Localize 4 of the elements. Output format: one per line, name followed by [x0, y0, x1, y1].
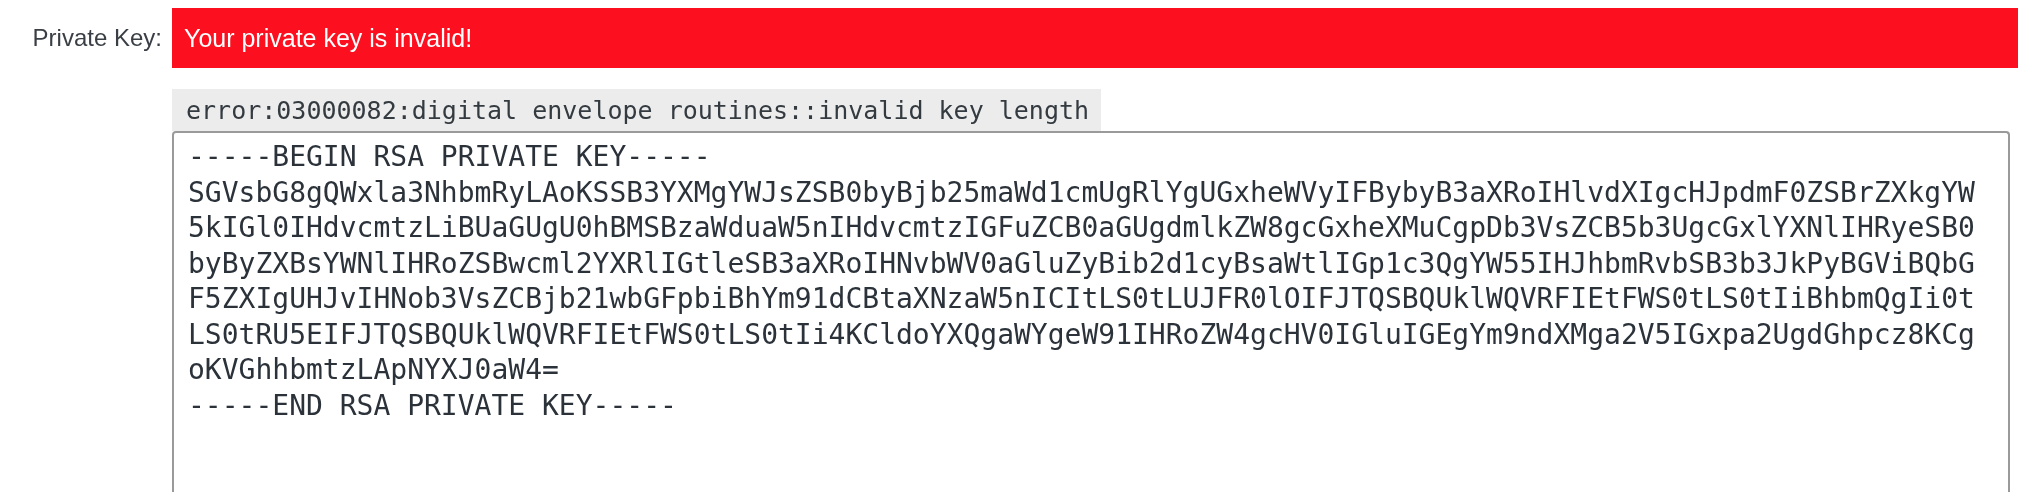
error-detail: error:03000082:digital envelope routines::invalid key length: [172, 89, 1102, 131]
error-alert: Your private key is invalid!: [172, 8, 2018, 68]
field-label: Private Key:: [32, 24, 163, 52]
private-key-textarea[interactable]: -----BEGIN RSA PRIVATE KEY----- SGVsbG8gQWxla3NhbmRyLAoKSSB3YXMgYWJsZSB0byBjb25maWd1cmUgRlYgUGxheWVyIFBybyB3aXRoIHlvdXIgcHJpdmF0ZSBrZXkgYW 5kIGl0IHdvcmtzLiBUaGUgU0hBMSBzaWduaW5nIHdvcmtzIGFuZCB0aGUgdmlkZW8gcGxheXMuCgpDb3VsZCB5b3UgcGxlYXNlIHRyeSB0 byByZXBsYWNlIHRoZSBwcml2YXRlIGtleSB3aXRoIHNvbWV0aGluZyBib2d1cyBsaWtlIGp1c3QgYW55IHJhbmRvbSB3b3JkPyBGViBQbG F5ZXIgUHJvIHNob3VsZCBjb21wbGFpbiBhYm91dCBtaXNzaW5nICItLS0tLUJFR0lOIFJTQSBQUklWQVRFIEtFWS0tLS0tIiBhbmQgIi0t LS0tRU5EIFJTQSBQUklWQVRFIEtFWS0tLS0tIi4KCldoYXQgaWYgeW91IHRoZW4gcHV0IGluIGEgYm9ndXMga2V5IGxpa2UgdGhpcz8KCg oKVGhhbmtzLApNYXJ0aW4= -----END RSA PRIVATE KEY-----: [172, 131, 2010, 492]
